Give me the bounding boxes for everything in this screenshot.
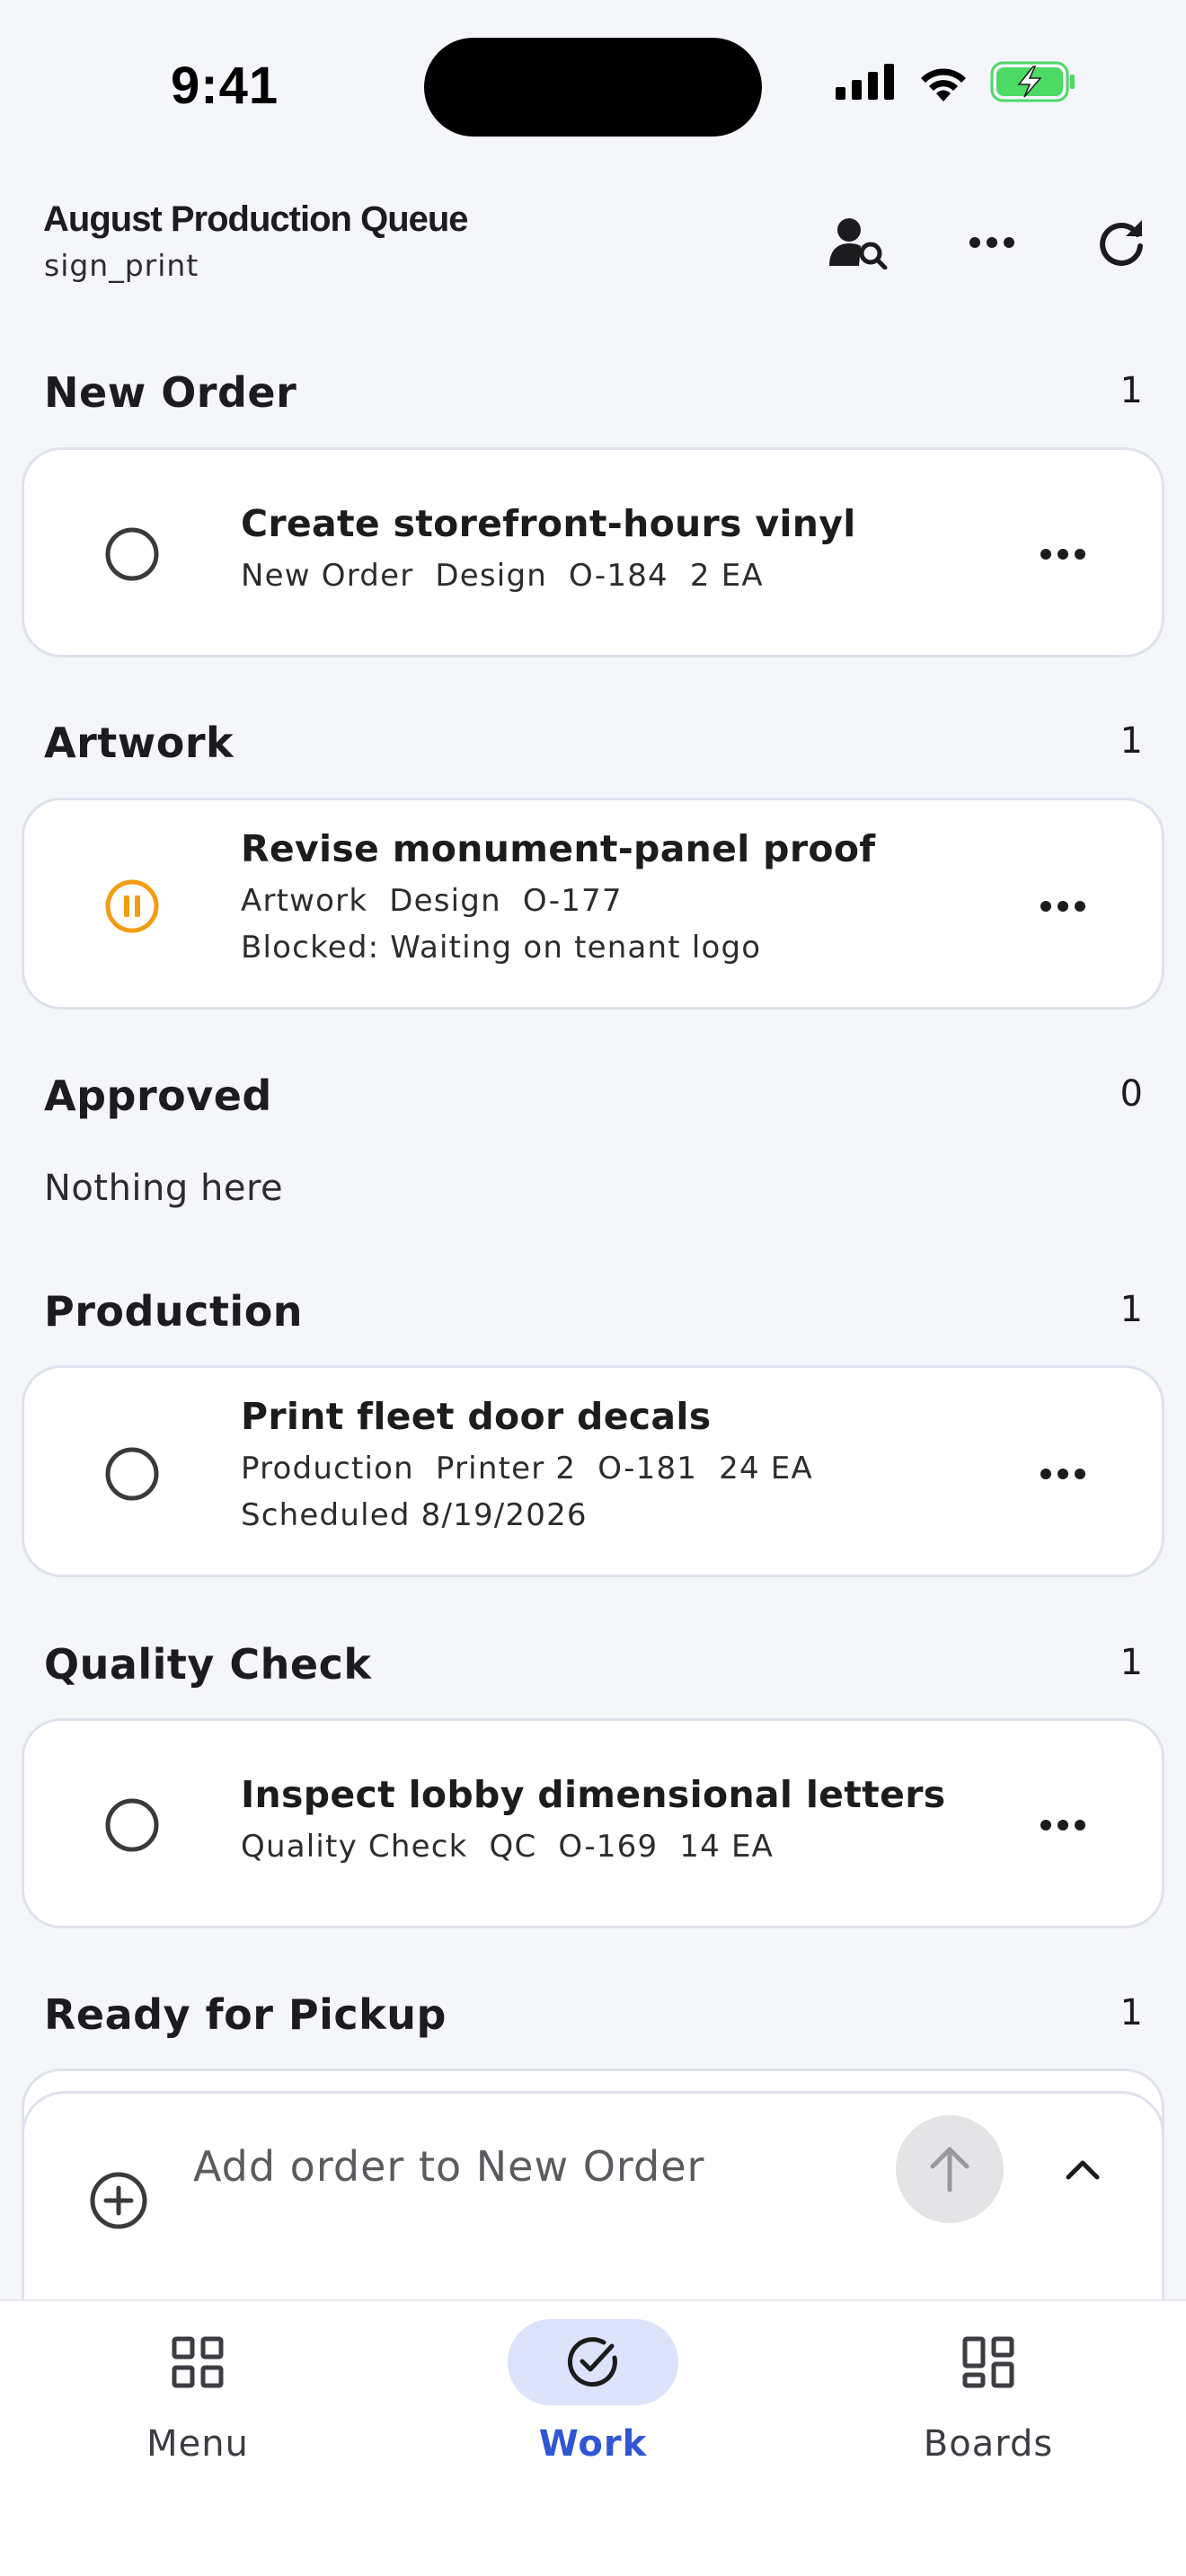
card-title: Inspect lobby dimensional letters — [241, 1773, 946, 1816]
card-title: Create storefront-hours vinyl — [241, 502, 856, 545]
status-bar: 9:41 — [0, 0, 1186, 171]
tab-label: Work — [538, 2423, 648, 2465]
card-more-button[interactable] — [1036, 888, 1090, 924]
card-meta: Production Printer 2 O-181 24 EA — [241, 1451, 835, 1486]
wifi-icon — [921, 68, 966, 101]
section-header-production: Production 1 — [43, 1287, 1143, 1341]
refresh-button[interactable] — [1085, 207, 1157, 278]
order-card[interactable]: Revise monument-panel proof Artwork Desig… — [22, 798, 1164, 1010]
grid-icon — [172, 2336, 224, 2388]
pause-circle-icon[interactable] — [103, 878, 161, 935]
card-note: Blocked: Waiting on tenant logo — [241, 930, 762, 966]
card-title: Print fleet door decals — [241, 1395, 712, 1438]
meta-quantity: 14 EA — [679, 1829, 774, 1865]
section-header-quality-check: Quality Check 1 — [43, 1640, 1143, 1694]
app-header: August Production Queue sign_print — [0, 189, 1186, 296]
more-horizontal-icon — [1040, 1469, 1085, 1479]
cellular-signal-icon — [836, 64, 894, 100]
section-title: New Order — [44, 368, 297, 417]
order-card[interactable]: Inspect lobby dimensional letters Qualit… — [22, 1718, 1164, 1928]
section-title: Production — [44, 1287, 304, 1336]
card-meta: Quality Check QC O-169 14 EA — [241, 1829, 945, 1865]
tab-icon-container — [903, 2319, 1074, 2405]
card-meta: Artwork Design O-177 — [241, 883, 875, 919]
tab-label: Menu — [146, 2423, 249, 2465]
status-time: 9:41 — [171, 57, 279, 115]
section-title: Ready for Pickup — [44, 1990, 447, 2039]
meta-quantity: 2 EA — [689, 558, 764, 594]
expand-composer-button[interactable] — [1056, 2142, 1110, 2196]
add-circle-icon[interactable] — [87, 2169, 150, 2232]
section-count: 0 — [1120, 1073, 1143, 1115]
dynamic-island — [424, 38, 762, 137]
circle-icon[interactable] — [103, 525, 161, 583]
status-icons — [836, 61, 1076, 102]
meta-station: Printer 2 — [435, 1451, 577, 1486]
page-subtitle: sign_print — [44, 248, 199, 283]
tab-icon-container — [508, 2319, 678, 2405]
page-title: August Production Queue — [43, 199, 469, 239]
tab-icon-container — [112, 2319, 283, 2405]
submit-button[interactable] — [896, 2115, 1004, 2223]
meta-station: Design — [389, 883, 501, 919]
empty-state-text: Nothing here — [44, 1168, 284, 1209]
meta-quantity: 24 EA — [719, 1451, 813, 1486]
card-more-button[interactable] — [1036, 1456, 1090, 1492]
section-count: 1 — [1120, 1289, 1143, 1330]
more-horizontal-icon — [1040, 1820, 1085, 1831]
more-horizontal-icon — [1040, 549, 1085, 560]
check-circle-icon — [567, 2337, 617, 2387]
section-count: 1 — [1120, 370, 1143, 411]
card-body: Create storefront-hours vinyl New Order D… — [241, 502, 856, 594]
card-note: Scheduled 8/19/2026 — [241, 1497, 588, 1533]
section-count: 1 — [1120, 1992, 1143, 2033]
bottom-tab-bar: Menu Work Boards — [0, 2299, 1186, 2576]
card-body: Revise monument-panel proof Artwork Desig… — [241, 827, 875, 966]
card-meta: New Order Design O-184 2 EA — [241, 558, 856, 594]
boards-icon — [962, 2336, 1014, 2388]
assignee-filter-button[interactable] — [823, 207, 895, 278]
card-more-button[interactable] — [1036, 536, 1090, 572]
meta-stage: Artwork — [241, 883, 368, 919]
section-title: Artwork — [44, 719, 235, 767]
section-header-artwork: Artwork 1 — [43, 719, 1143, 772]
meta-stage: Quality Check — [241, 1829, 468, 1865]
more-horizontal-icon — [1040, 901, 1085, 912]
section-title: Quality Check — [44, 1640, 372, 1689]
card-body: Inspect lobby dimensional letters Qualit… — [241, 1773, 945, 1865]
tab-work[interactable]: Work — [458, 2319, 728, 2517]
chevron-up-icon — [1066, 2160, 1100, 2180]
order-card[interactable]: Create storefront-hours vinyl New Order D… — [22, 447, 1164, 657]
card-body: Print fleet door decals Production Printe… — [241, 1395, 835, 1533]
meta-order-id: O-184 — [568, 558, 668, 594]
meta-order-id: O-177 — [522, 883, 623, 919]
meta-order-id: O-169 — [558, 1829, 659, 1865]
battery-charging-icon — [990, 61, 1075, 102]
section-count: 1 — [1120, 720, 1143, 762]
add-order-input[interactable] — [193, 2135, 876, 2198]
tab-label: Boards — [923, 2423, 1054, 2465]
section-title: Approved — [44, 1072, 272, 1120]
section-header-approved: Approved 0 — [43, 1072, 1143, 1125]
arrow-up-icon — [930, 2147, 969, 2192]
person-search-icon — [829, 218, 888, 269]
more-horizontal-icon — [969, 237, 1014, 248]
section-header-new-order: New Order 1 — [43, 368, 1143, 422]
meta-station: QC — [489, 1829, 537, 1865]
meta-station: Design — [435, 558, 547, 594]
meta-order-id: O-181 — [597, 1451, 698, 1486]
card-more-button[interactable] — [1036, 1807, 1090, 1843]
card-title: Revise monument-panel proof — [241, 827, 876, 870]
tab-menu[interactable]: Menu — [63, 2319, 332, 2517]
meta-stage: Production — [241, 1451, 414, 1486]
tab-boards[interactable]: Boards — [854, 2319, 1123, 2517]
circle-icon[interactable] — [103, 1796, 161, 1854]
circle-icon[interactable] — [103, 1445, 161, 1503]
meta-stage: New Order — [241, 558, 414, 594]
refresh-icon — [1100, 220, 1143, 266]
order-card[interactable]: Print fleet door decals Production Printe… — [22, 1365, 1164, 1577]
section-count: 1 — [1120, 1642, 1143, 1683]
section-header-ready-for-pickup: Ready for Pickup 1 — [43, 1990, 1143, 2044]
more-options-button[interactable] — [956, 207, 1028, 278]
